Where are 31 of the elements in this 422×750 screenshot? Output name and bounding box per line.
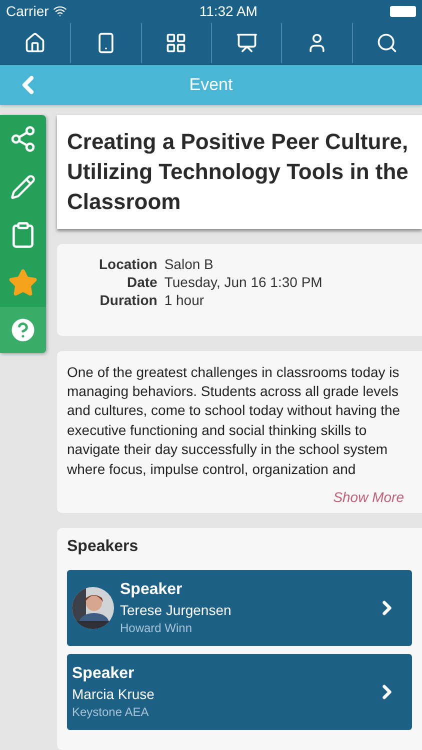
section-heading: Speakers (67, 538, 140, 556)
search-icon (376, 32, 398, 54)
show-more-link[interactable]: Show More (333, 489, 404, 505)
speaker-role: Speaker (72, 665, 136, 683)
detail-value: 1 hour (164, 292, 206, 308)
carrier-label: Carrier (6, 3, 49, 19)
grid-icon (165, 32, 188, 54)
action-button[interactable] (0, 306, 46, 353)
detail-label: Duration (99, 292, 158, 308)
detail-value: Tuesday, Jun 16 1:30 PM (164, 274, 324, 290)
speaker-row[interactable]: Speaker Marcia Kruse Keystone AEA (67, 654, 412, 730)
speaker-organization: Howard Winn (120, 621, 194, 635)
detail-label: Date (126, 274, 158, 290)
clock: 11:32 AM (199, 3, 258, 19)
detail-value: Salon B (164, 256, 214, 272)
speaker-name: Marcia Kruse (72, 686, 156, 702)
pencil-icon (10, 174, 36, 200)
speaker-role: Speaker (120, 581, 184, 599)
home-icon (24, 32, 46, 54)
battery-icon (390, 6, 416, 16)
speaker-row[interactable]: Speaker Terese Jurgensen Howard Winn (67, 570, 412, 646)
share-icon (9, 124, 37, 153)
speaker-name: Terese Jurgensen (120, 602, 232, 618)
event-description: One of the greatest challenges in classrooms today is managing behaviors. Students across all grade levels and cultures, come to school today without having the executive functioning and social thinking skills to navigate their day successfully in the school system where focus, impulse control, organization and (67, 362, 402, 479)
easel-icon (236, 32, 258, 54)
star-icon (8, 268, 38, 298)
detail-label: Location (99, 256, 158, 272)
wifi-icon (52, 4, 67, 18)
event-title: Creating a Positive Peer Culture, Utilizing Technology Tools in the Classroom (67, 128, 410, 216)
screen-title: Event (188, 74, 234, 95)
speaker-organization: Keystone AEA (72, 705, 150, 719)
